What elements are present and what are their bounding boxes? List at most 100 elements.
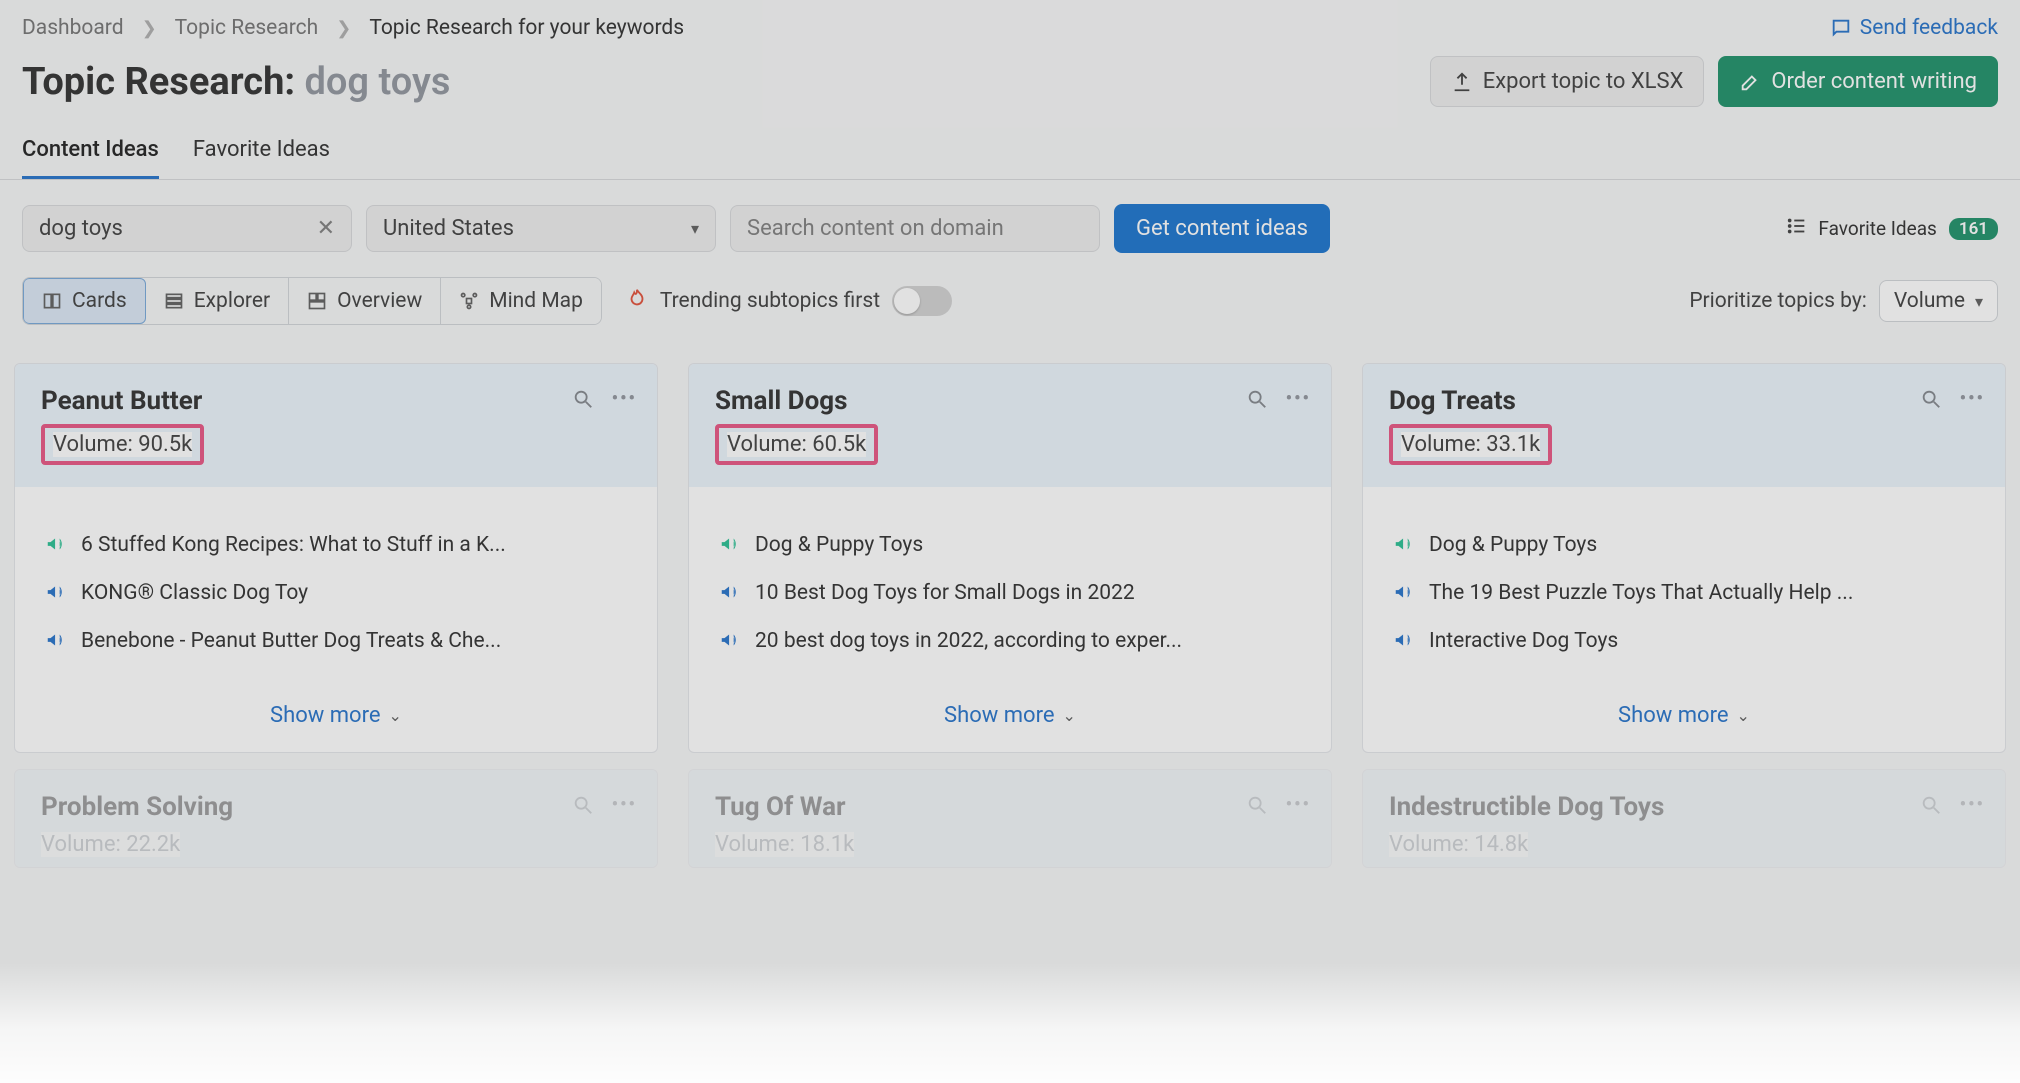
more-icon[interactable]: •••: [1286, 388, 1311, 415]
order-content-writing-label: Order content writing: [1771, 69, 1977, 94]
card-header: Small Dogs Volume: 60.5k •••: [689, 364, 1331, 487]
headline-text: The 19 Best Puzzle Toys That Actually He…: [1429, 581, 1853, 605]
domain-search-input[interactable]: Search content on domain: [730, 205, 1100, 252]
topic-card[interactable]: Small Dogs Volume: 60.5k ••• Dog & Puppy To…: [688, 363, 1332, 753]
headline-item[interactable]: Dog & Puppy Toys: [719, 533, 1305, 557]
megaphone-icon: [1393, 533, 1415, 555]
headline-item[interactable]: 10 Best Dog Toys for Small Dogs in 2022: [719, 581, 1305, 605]
search-icon[interactable]: [572, 794, 594, 821]
tab-favorite-ideas[interactable]: Favorite Ideas: [193, 125, 330, 179]
crumb-dashboard[interactable]: Dashboard: [22, 16, 124, 40]
card-volume: Volume: 18.1k: [715, 832, 854, 857]
get-content-ideas-button[interactable]: Get content ideas: [1114, 204, 1330, 253]
prioritize-select[interactable]: Volume ▾: [1879, 280, 1998, 322]
search-icon[interactable]: [1246, 794, 1268, 821]
export-xlsx-button[interactable]: Export topic to XLSX: [1430, 56, 1705, 107]
more-icon[interactable]: •••: [612, 388, 637, 415]
headline-text: KONG® Classic Dog Toy: [81, 581, 308, 605]
headline-item[interactable]: 6 Stuffed Kong Recipes: What to Stuff in…: [45, 533, 631, 557]
card-title: Peanut Butter: [41, 386, 631, 416]
headline-text: Dog & Puppy Toys: [1429, 533, 1597, 557]
keyword-value: dog toys: [39, 216, 123, 241]
headline-text: Benebone - Peanut Butter Dog Treats & Ch…: [81, 629, 501, 653]
headline-item[interactable]: Benebone - Peanut Butter Dog Treats & Ch…: [45, 629, 631, 653]
headline-item[interactable]: KONG® Classic Dog Toy: [45, 581, 631, 605]
cards-icon: [42, 291, 62, 311]
favorite-ideas-count-badge: 161: [1949, 218, 1998, 240]
show-more-link[interactable]: Show more ⌄: [689, 695, 1331, 752]
volume-highlight: Volume: 33.1k: [1389, 424, 1552, 465]
more-icon[interactable]: •••: [1960, 388, 1985, 415]
view-overview-label: Overview: [337, 289, 422, 313]
more-icon[interactable]: •••: [612, 794, 637, 821]
topic-card[interactable]: Dog TreatsVolume: 33.1k•••Dog & Puppy To…: [1362, 363, 2006, 753]
megaphone-icon: [719, 533, 741, 555]
volume-highlight: Volume: 60.5k: [715, 424, 878, 465]
card-header: Peanut Butter Volume: 90.5k •••: [15, 364, 657, 487]
view-overview-button[interactable]: Overview: [289, 278, 441, 324]
country-value: United States: [383, 216, 514, 241]
card-header: Tug Of WarVolume: 18.1k•••: [689, 770, 1331, 867]
export-xlsx-label: Export topic to XLSX: [1483, 69, 1684, 94]
chevron-right-icon: ❯: [336, 18, 351, 39]
send-feedback-label: Send feedback: [1860, 16, 1998, 40]
card-volume: Volume: 14.8k: [1389, 832, 1528, 857]
megaphone-icon: [45, 629, 67, 651]
breadcrumb: Dashboard ❯ Topic Research ❯ Topic Resea…: [0, 0, 2020, 50]
chevron-down-icon: ▾: [691, 219, 699, 238]
crumb-topic-research[interactable]: Topic Research: [175, 16, 319, 40]
show-more-link[interactable]: Show more ⌄: [1363, 695, 2005, 752]
chevron-right-icon: ❯: [142, 18, 157, 39]
crumb-current: Topic Research for your keywords: [369, 16, 684, 40]
order-content-writing-button[interactable]: Order content writing: [1718, 56, 1998, 107]
view-mindmap-button[interactable]: Mind Map: [441, 278, 601, 324]
search-icon[interactable]: [572, 388, 594, 415]
trending-label: Trending subtopics first: [660, 289, 880, 313]
tabs: Content Ideas Favorite Ideas: [0, 125, 2020, 180]
send-feedback-link[interactable]: Send feedback: [1830, 16, 1998, 40]
show-more-link[interactable]: Show more ⌄: [15, 695, 657, 752]
keyword-input[interactable]: dog toys ✕: [22, 205, 352, 252]
search-icon[interactable]: [1920, 794, 1942, 821]
view-cards-button[interactable]: Cards: [23, 278, 146, 324]
card-body: Dog & Puppy Toys The 19 Best Puzzle Toys …: [1363, 487, 2005, 695]
headline-item[interactable]: 20 best dog toys in 2022, according to e…: [719, 629, 1305, 653]
card-title: Small Dogs: [715, 386, 1305, 416]
card-title: Problem Solving: [41, 792, 631, 822]
topic-card[interactable]: Indestructible Dog ToysVolume: 14.8k•••: [1362, 769, 2006, 868]
trending-toggle-row: Trending subtopics first: [626, 286, 952, 316]
explorer-icon: [164, 291, 184, 311]
headline-text: Dog & Puppy Toys: [755, 533, 923, 557]
country-select[interactable]: United States ▾: [366, 205, 716, 252]
megaphone-icon: [1393, 581, 1415, 603]
topic-card[interactable]: Peanut Butter Volume: 90.5k ••• 6 Stuffed K…: [14, 363, 658, 753]
headline-item[interactable]: Interactive Dog Toys: [1393, 629, 1979, 653]
search-icon[interactable]: [1920, 388, 1942, 415]
card-volume: Volume: 60.5k: [727, 432, 866, 457]
search-icon[interactable]: [1246, 388, 1268, 415]
clear-keyword-icon[interactable]: ✕: [317, 216, 335, 241]
more-icon[interactable]: •••: [1286, 794, 1311, 821]
chevron-down-icon: ⌄: [1737, 706, 1750, 725]
headline-text: 20 best dog toys in 2022, according to e…: [755, 629, 1182, 653]
page-title-query: dog toys: [305, 60, 451, 104]
card-volume: Volume: 33.1k: [1401, 432, 1540, 457]
card-header: Problem SolvingVolume: 22.2k•••: [15, 770, 657, 867]
headline-item[interactable]: Dog & Puppy Toys: [1393, 533, 1979, 557]
prioritize-value: Volume: [1894, 289, 1965, 313]
megaphone-icon: [45, 581, 67, 603]
favorite-ideas-link[interactable]: Favorite Ideas 161: [1786, 215, 1998, 242]
topic-card[interactable]: Problem SolvingVolume: 22.2k•••: [14, 769, 658, 868]
view-cards-label: Cards: [72, 289, 127, 313]
card-header: Indestructible Dog ToysVolume: 14.8k•••: [1363, 770, 2005, 867]
headline-item[interactable]: The 19 Best Puzzle Toys That Actually He…: [1393, 581, 1979, 605]
headline-text: 10 Best Dog Toys for Small Dogs in 2022: [755, 581, 1135, 605]
tab-content-ideas[interactable]: Content Ideas: [22, 125, 159, 179]
cards-area: Peanut Butter Volume: 90.5k ••• 6 Stuffed K…: [0, 363, 2020, 868]
trending-toggle[interactable]: [892, 286, 952, 316]
view-explorer-button[interactable]: Explorer: [146, 278, 289, 324]
volume-highlight: Volume: 90.5k: [41, 424, 204, 465]
topic-card[interactable]: Tug Of WarVolume: 18.1k•••: [688, 769, 1332, 868]
view-segment: Cards Explorer Overview Mind Map: [22, 277, 602, 325]
more-icon[interactable]: •••: [1960, 794, 1985, 821]
